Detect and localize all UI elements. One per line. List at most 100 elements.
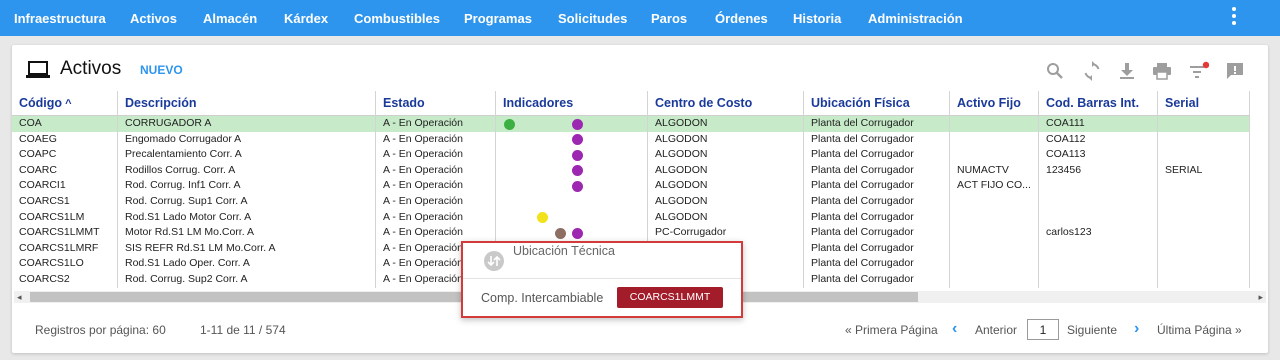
cell-barras	[1039, 240, 1158, 257]
cell-barras: COA112	[1039, 131, 1158, 148]
cell-activo_fijo	[950, 256, 1039, 272]
column-header[interactable]: Cod. Barras Int.	[1039, 91, 1158, 116]
cell-barras	[1039, 194, 1158, 210]
indicator-purple-dot[interactable]	[572, 227, 583, 239]
table-row[interactable]: COAEG Engomado Corrugador AA - En Operaci…	[12, 131, 1250, 148]
column-header[interactable]: Código ^	[12, 91, 118, 116]
cell-codigo: COARCI1	[12, 178, 118, 194]
indicator-purple-dot[interactable]	[572, 118, 583, 130]
cell-activo_fijo	[950, 240, 1039, 257]
first-page-link[interactable]: « Primera Página	[845, 323, 938, 337]
column-header[interactable]: Indicadores	[496, 91, 648, 116]
chevron-right-icon[interactable]: ›	[1134, 320, 1139, 338]
laptop-icon	[26, 61, 50, 78]
nav-item-0[interactable]: Infraestructura	[14, 11, 106, 26]
top-navbar: Infraestructura Activos Almacén Kárdex Combu…	[0, 0, 1280, 36]
indicator-brown-dot[interactable]	[555, 227, 566, 239]
nav-item-1[interactable]: Activos	[130, 11, 177, 26]
filter-icon[interactable]	[1189, 61, 1210, 81]
column-header[interactable]: Descripción	[118, 91, 376, 116]
cell-descripcion: Rod.S1 Lado Oper. Corr. A	[118, 256, 376, 272]
print-icon[interactable]	[1152, 61, 1172, 81]
popup-title: Ubicación Técnica	[513, 244, 615, 258]
indicator-purple-dot[interactable]	[572, 180, 583, 192]
page-title: Activos	[60, 58, 122, 79]
cell-centro: ALGODON	[648, 147, 804, 163]
table-row[interactable]: COA CORRUGADOR AA - En Operación ALGODON Pl…	[12, 116, 1250, 132]
cell-ubicacion: Planta del Corrugador	[804, 131, 950, 148]
column-header[interactable]: Centro de Costo	[648, 91, 804, 116]
page-number-input[interactable]	[1027, 319, 1059, 340]
chevron-left-icon[interactable]: ‹	[952, 320, 957, 338]
cell-activo_fijo	[950, 225, 1039, 241]
scroll-left-icon[interactable]: ◂	[17, 291, 22, 303]
interchangeable-label: Comp. Intercambiable	[481, 291, 604, 305]
nav-item-2[interactable]: Almacén	[203, 11, 257, 26]
cell-serial	[1158, 147, 1250, 163]
cell-barras: COA113	[1039, 147, 1158, 163]
column-header[interactable]: Estado	[376, 91, 496, 116]
cell-indicadores	[496, 194, 648, 210]
cell-codigo: COAPC	[12, 147, 118, 163]
refresh-icon[interactable]	[1082, 61, 1102, 81]
cell-serial	[1158, 178, 1250, 194]
cell-barras	[1039, 256, 1158, 272]
nav-item-4[interactable]: Combustibles	[354, 11, 440, 26]
new-button[interactable]: NUEVO	[140, 63, 183, 77]
scroll-right-icon[interactable]: ▸	[1258, 291, 1263, 303]
download-icon[interactable]	[1117, 61, 1137, 81]
cell-serial	[1158, 256, 1250, 272]
indicator-purple-dot[interactable]	[572, 149, 583, 161]
nav-item-9[interactable]: Historia	[793, 11, 841, 26]
cell-serial	[1158, 194, 1250, 210]
table-row[interactable]: COARC Rodillos Corrug. Corr. AA - En Oper…	[12, 162, 1250, 179]
table-row[interactable]: COAPC Precalentamiento Corr. AA - En Oper…	[12, 147, 1250, 163]
next-page-link[interactable]: Siguiente	[1067, 323, 1117, 337]
nav-item-8[interactable]: Órdenes	[715, 11, 768, 26]
nav-item-6[interactable]: Solicitudes	[558, 11, 627, 26]
cell-centro: ALGODON	[648, 209, 804, 226]
interchangeable-chip[interactable]: COARCS1LMMT	[617, 287, 723, 308]
cell-ubicacion: Planta del Corrugador	[804, 225, 950, 241]
cell-descripcion: Motor Rd.S1 LM Mo.Corr. A	[118, 225, 376, 241]
table-row[interactable]: COARCS1LM Rod.S1 Lado Motor Corr. AA - En…	[12, 209, 1250, 226]
cell-descripcion: Rod.S1 Lado Motor Corr. A	[118, 209, 376, 226]
popup-divider	[463, 278, 741, 279]
per-page-selector[interactable]: Registros por página: 60	[35, 323, 166, 337]
previous-page-link[interactable]: Anterior	[975, 323, 1017, 337]
search-icon[interactable]	[1045, 61, 1065, 81]
table-row[interactable]: COARCS1 Rod. Corrug. Sup1 Corr. AA - En O…	[12, 194, 1250, 210]
more-vertical-icon[interactable]	[1226, 6, 1242, 28]
column-header[interactable]: Ubicación Física	[804, 91, 950, 116]
column-header[interactable]: Serial	[1158, 91, 1250, 116]
nav-item-3[interactable]: Kárdex	[284, 11, 328, 26]
table-row[interactable]: COARCS1LMMT Motor Rd.S1 LM Mo.Corr. AA - …	[12, 225, 1250, 241]
per-page-value[interactable]: 60	[152, 323, 165, 337]
sort-ascending-icon[interactable]: ^	[62, 98, 71, 110]
cell-ubicacion: Planta del Corrugador	[804, 272, 950, 288]
cell-descripcion: SIS REFR Rd.S1 LM Mo.Corr. A	[118, 240, 376, 257]
cell-activo_fijo: ACT FIJO CO...	[950, 178, 1039, 194]
column-header-label: Estado	[383, 96, 425, 110]
nav-item-7[interactable]: Paros	[651, 11, 687, 26]
cell-codigo: COAEG	[12, 131, 118, 148]
column-header-label: Serial	[1165, 96, 1200, 110]
nav-item-10[interactable]: Administración	[868, 11, 963, 26]
cell-estado: A - En Operación	[376, 116, 496, 132]
cell-estado: A - En Operación	[376, 162, 496, 179]
cell-serial	[1158, 225, 1250, 241]
column-header-label: Activo Fijo	[957, 96, 1021, 110]
column-header[interactable]: Activo Fijo	[950, 91, 1039, 116]
cell-descripcion: Rodillos Corrug. Corr. A	[118, 162, 376, 179]
cell-centro: ALGODON	[648, 194, 804, 210]
cell-barras: carlos123	[1039, 225, 1158, 241]
cell-codigo: COARCS1LM	[12, 209, 118, 226]
cell-ubicacion: Planta del Corrugador	[804, 209, 950, 226]
last-page-link[interactable]: Última Página »	[1157, 323, 1242, 337]
feedback-icon[interactable]	[1225, 61, 1245, 81]
column-header-label: Cod. Barras Int.	[1046, 96, 1140, 110]
nav-item-5[interactable]: Programas	[464, 11, 532, 26]
cell-descripcion: Precalentamiento Corr. A	[118, 147, 376, 163]
table-row[interactable]: COARCI1 Rod. Corrug. Inf1 Corr. AA - En O…	[12, 178, 1250, 194]
indicator-green-dot[interactable]	[504, 118, 515, 130]
